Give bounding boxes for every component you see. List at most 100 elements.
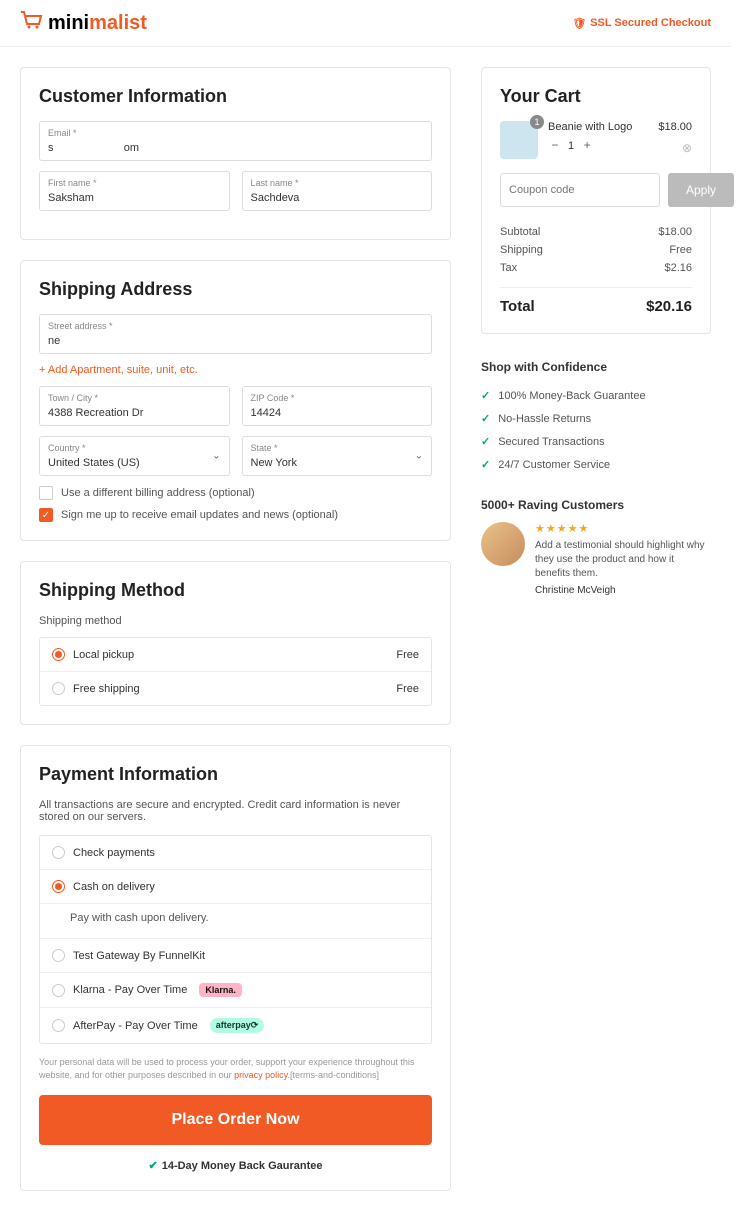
confidence-list: 100% Money-Back Guarantee No-Hassle Retu… <box>481 384 711 476</box>
guarantee-text: 14-Day Money Back Gaurantee <box>162 1160 323 1172</box>
radio-icon[interactable] <box>52 1019 65 1032</box>
ship-opt1-price: Free <box>396 649 419 661</box>
pay-cod[interactable]: Cash on delivery <box>40 870 431 904</box>
add-apartment-link[interactable]: + Add Apartment, suite, unit, etc. <box>39 364 432 376</box>
subtotal-value: $18.00 <box>658 226 692 238</box>
street-field[interactable] <box>48 335 423 347</box>
qty-badge: 1 <box>530 115 544 129</box>
total-label: Total <box>500 298 535 315</box>
cart-item: 1 Beanie with Logo − 1 + $18.00 ⊗ <box>500 121 692 159</box>
street-label: Street address * <box>48 321 423 331</box>
radio-selected-icon[interactable] <box>52 880 65 893</box>
item-name: Beanie with Logo <box>548 121 648 133</box>
method-sublabel: Shipping method <box>39 615 432 627</box>
last-label: Last name * <box>251 178 424 188</box>
ssl-badge: 🛡 SSL Secured Checkout <box>572 17 711 30</box>
payment-desc: All transactions are secure and encrypte… <box>39 799 432 823</box>
lastname-wrap[interactable]: Last name * <box>242 171 433 211</box>
zip-wrap[interactable]: ZIP Code * <box>242 386 433 426</box>
conf-item: Secured Transactions <box>481 430 711 453</box>
cart-title: Your Cart <box>500 86 692 107</box>
check-circle-icon: ✔ <box>148 1160 157 1172</box>
radio-icon[interactable] <box>52 846 65 859</box>
method-title: Shipping Method <box>39 580 432 601</box>
email-label: Email * <box>48 128 423 138</box>
disclaimer: Your personal data will be used to proce… <box>39 1056 432 1081</box>
remove-item-icon[interactable]: ⊗ <box>682 141 692 155</box>
pay-opt3-label: Test Gateway By FunnelKit <box>73 950 205 962</box>
conf-item: No-Hassle Returns <box>481 407 711 430</box>
radio-icon[interactable] <box>52 949 65 962</box>
coupon-input[interactable] <box>500 173 660 207</box>
customer-info-card: Customer Information Email * First name … <box>20 67 451 240</box>
qty-value: 1 <box>568 140 574 152</box>
disclaimer-b: .[terms-and-conditions] <box>287 1070 379 1080</box>
qty-control: − 1 + <box>548 139 648 153</box>
shield-icon: 🛡 <box>572 17 586 30</box>
street-wrap[interactable]: Street address * <box>39 314 432 354</box>
checkbox-icon[interactable] <box>39 486 53 500</box>
pay-opt5-label: AfterPay - Pay Over Time <box>73 1020 198 1032</box>
qty-minus-button[interactable]: − <box>548 139 562 153</box>
shipping-value: Free <box>669 244 692 256</box>
tax-label: Tax <box>500 262 517 274</box>
conf-item: 100% Money-Back Guarantee <box>481 384 711 407</box>
payment-title: Payment Information <box>39 764 432 785</box>
tax-value: $2.16 <box>664 262 692 274</box>
star-rating-icon: ★★★★★ <box>535 522 711 535</box>
country-wrap[interactable]: Country * ⌄ <box>39 436 230 476</box>
state-wrap[interactable]: State * ⌄ <box>242 436 433 476</box>
signup-check[interactable]: ✓ Sign me up to receive email updates an… <box>39 508 432 522</box>
firstname-field[interactable] <box>48 192 221 204</box>
zip-field[interactable] <box>251 407 424 419</box>
cod-note: Pay with cash upon delivery. <box>40 904 431 939</box>
radio-icon[interactable] <box>52 984 65 997</box>
pay-testgw[interactable]: Test Gateway By FunnelKit <box>40 939 431 973</box>
ship-opt1-label: Local pickup <box>73 649 134 661</box>
shipping-title: Shipping Address <box>39 279 432 300</box>
pay-opt4-label: Klarna - Pay Over Time <box>73 984 187 996</box>
email-field-wrap[interactable]: Email * <box>39 121 432 161</box>
firstname-wrap[interactable]: First name * <box>39 171 230 211</box>
privacy-link[interactable]: privacy policy <box>234 1070 287 1080</box>
cart-card: Your Cart 1 Beanie with Logo − 1 + $18.0… <box>481 67 711 334</box>
testimonial: ★★★★★ Add a testimonial should highlight… <box>481 522 711 596</box>
lastname-field[interactable] <box>251 192 424 204</box>
ship-option-free[interactable]: Free shipping Free <box>40 672 431 705</box>
city-field[interactable] <box>48 407 221 419</box>
checkbox-checked-icon[interactable]: ✓ <box>39 508 53 522</box>
state-field[interactable] <box>251 457 424 469</box>
city-label: Town / City * <box>48 393 221 403</box>
ship-option-pickup[interactable]: Local pickup Free <box>40 638 431 672</box>
shipping-method-card: Shipping Method Shipping method Local pi… <box>20 561 451 725</box>
cart-icon <box>20 10 44 36</box>
brand-b: malist <box>89 12 147 34</box>
country-field[interactable] <box>48 457 221 469</box>
shipping-label: Shipping <box>500 244 543 256</box>
diff-billing-check[interactable]: Use a different billing address (optiona… <box>39 486 432 500</box>
brand-a: mini <box>48 12 89 34</box>
raving-title: 5000+ Raving Customers <box>481 498 711 512</box>
radio-selected-icon[interactable] <box>52 648 65 661</box>
pay-klarna[interactable]: Klarna - Pay Over TimeKlarna. <box>40 973 431 1008</box>
first-label: First name * <box>48 178 221 188</box>
place-order-button[interactable]: Place Order Now <box>39 1095 432 1145</box>
avatar <box>481 522 525 566</box>
pay-check[interactable]: Check payments <box>40 836 431 870</box>
pay-afterpay[interactable]: AfterPay - Pay Over Timeafterpay⟳ <box>40 1008 431 1043</box>
pay-opt1-label: Check payments <box>73 847 155 859</box>
subtotal-label: Subtotal <box>500 226 540 238</box>
customer-title: Customer Information <box>39 86 432 107</box>
radio-icon[interactable] <box>52 682 65 695</box>
apply-coupon-button[interactable]: Apply <box>668 173 734 207</box>
qty-plus-button[interactable]: + <box>580 139 594 153</box>
testimonial-text: Add a testimonial should highlight why t… <box>535 539 711 581</box>
email-field[interactable] <box>48 142 423 154</box>
product-thumb: 1 <box>500 121 538 159</box>
signup-label: Sign me up to receive email updates and … <box>61 509 338 521</box>
state-label: State * <box>251 443 424 453</box>
chevron-down-icon: ⌄ <box>212 451 220 462</box>
city-wrap[interactable]: Town / City * <box>39 386 230 426</box>
ship-opt2-price: Free <box>396 683 419 695</box>
total-value: $20.16 <box>646 298 692 315</box>
